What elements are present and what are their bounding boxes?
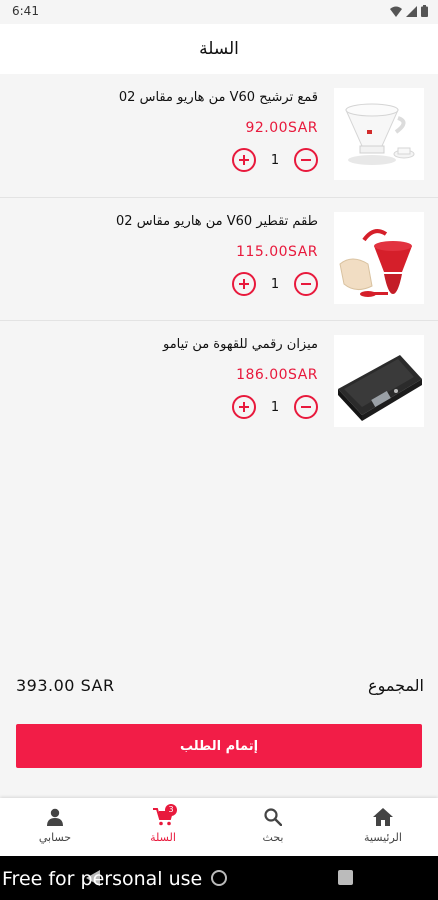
signal-icon xyxy=(406,5,417,17)
v60-drip-set-image xyxy=(334,212,424,304)
status-icons xyxy=(390,5,428,17)
decrease-quantity-button[interactable] xyxy=(294,148,318,172)
cart-item: ميزان رقمي للقهوة من تيامو 186.00SAR 1 xyxy=(0,320,438,443)
nav-item-search[interactable]: بحث xyxy=(218,798,328,856)
nav-item-home[interactable]: الرئيسية xyxy=(328,798,438,856)
item-name: ميزان رقمي للقهوة من تيامو xyxy=(163,337,318,352)
person-icon xyxy=(47,808,63,826)
quantity-stepper: 1 xyxy=(232,395,318,419)
decrease-quantity-button[interactable] xyxy=(294,395,318,419)
quantity-stepper: 1 xyxy=(232,272,318,296)
status-bar: 6:41 xyxy=(0,0,438,24)
item-price: 186.00SAR xyxy=(236,367,318,383)
nav-item-cart[interactable]: 3 السلة xyxy=(108,798,218,856)
wifi-icon xyxy=(390,6,402,17)
item-price: 92.00SAR xyxy=(245,120,318,136)
page-title: السلة xyxy=(199,39,239,59)
quantity-value: 1 xyxy=(270,276,280,292)
cart-badge: 3 xyxy=(165,804,177,816)
total-amount: 393.00 SAR xyxy=(16,676,115,695)
recents-icon[interactable] xyxy=(338,870,353,885)
app-bar: السلة xyxy=(0,24,438,74)
nav-label-home: الرئيسية xyxy=(364,831,402,844)
system-navigation-bar: Free for personal use xyxy=(0,856,438,900)
increase-quantity-button[interactable] xyxy=(232,148,256,172)
quantity-value: 1 xyxy=(270,152,280,168)
checkout-button[interactable]: إتمام الطلب xyxy=(16,724,422,768)
total-label: المجموع xyxy=(368,676,424,695)
nav-label-cart: السلة xyxy=(150,831,176,844)
increase-quantity-button[interactable] xyxy=(232,272,256,296)
home-icon xyxy=(373,808,393,826)
search-icon xyxy=(264,808,282,826)
quantity-stepper: 1 xyxy=(232,148,318,172)
v60-dripper-image xyxy=(334,88,424,180)
home-circle-icon[interactable] xyxy=(211,870,227,886)
nav-label-account: حسابي xyxy=(38,831,72,844)
item-name: قمع ترشيح V60 من هاريو مقاس 02 xyxy=(118,90,318,105)
item-name: طقم تقطير V60 من هاريو مقاس 02 xyxy=(116,214,318,229)
bottom-nav: الرئيسية بحث 3 السلة حسابي xyxy=(0,798,438,856)
decrease-quantity-button[interactable] xyxy=(294,272,318,296)
item-price: 115.00SAR xyxy=(236,244,318,260)
quantity-value: 1 xyxy=(270,399,280,415)
watermark-text: Free for personal use xyxy=(2,868,203,890)
total-row: 393.00 SAR المجموع xyxy=(16,674,424,700)
nav-item-account[interactable]: حسابي xyxy=(0,798,110,856)
cart-item: قمع ترشيح V60 من هاريو مقاس 02 92.00SAR … xyxy=(0,74,438,197)
nav-label-search: بحث xyxy=(262,831,284,844)
digital-scale-image xyxy=(334,335,424,427)
cart-item: طقم تقطير V60 من هاريو مقاس 02 115.00SAR… xyxy=(0,197,438,320)
status-time: 6:41 xyxy=(12,4,39,18)
battery-icon xyxy=(421,5,428,17)
cart-icon-wrapper: 3 xyxy=(153,804,177,826)
cart-list: قمع ترشيح V60 من هاريو مقاس 02 92.00SAR … xyxy=(0,74,438,443)
increase-quantity-button[interactable] xyxy=(232,395,256,419)
